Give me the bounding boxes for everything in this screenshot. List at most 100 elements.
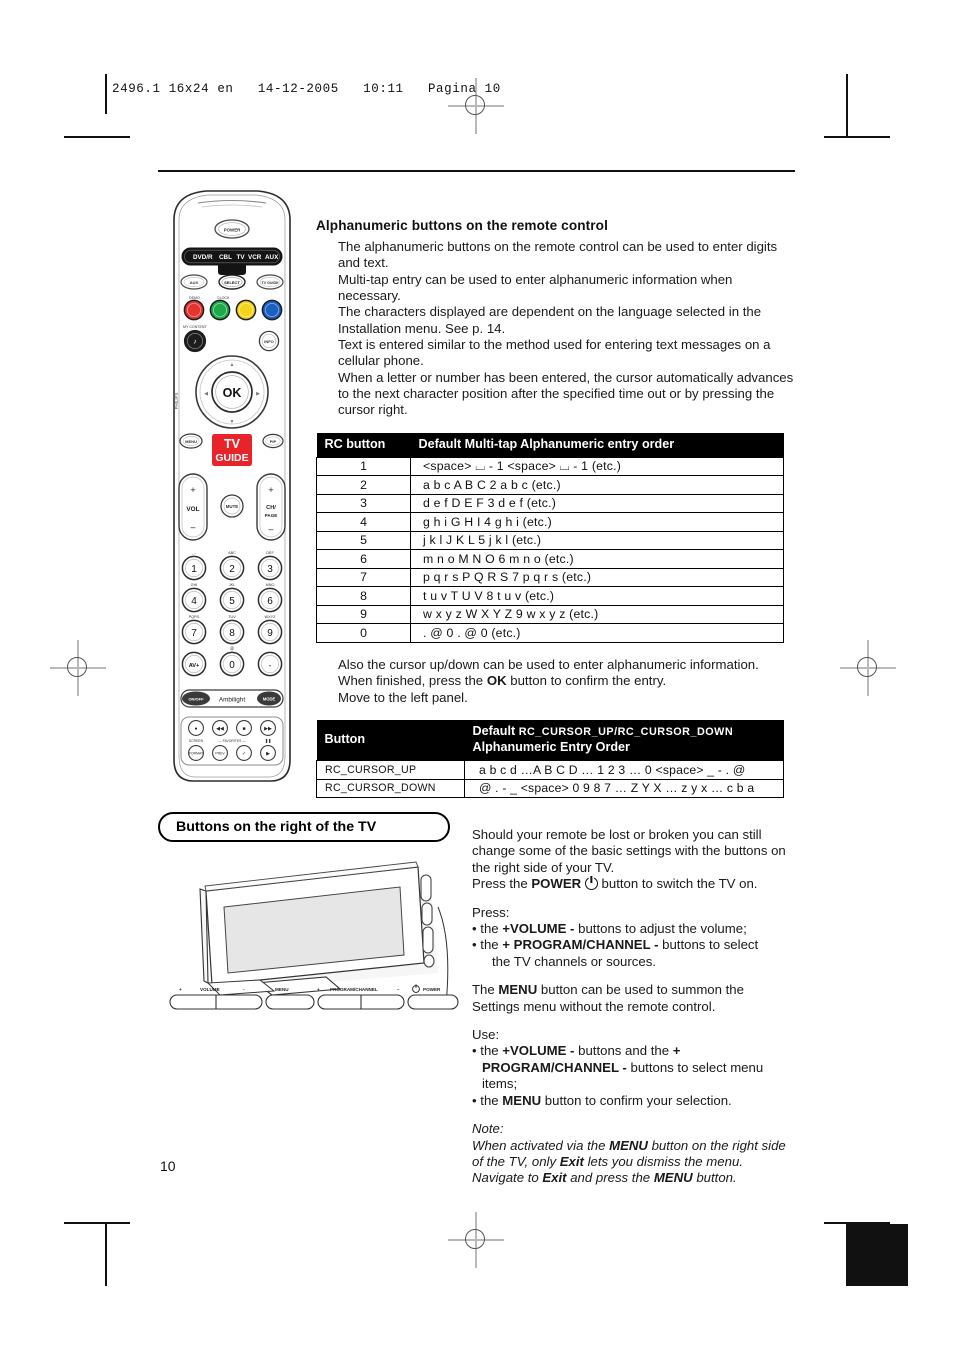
page-number: 10 <box>160 1158 176 1174</box>
rc-button-value: w x y z W X Y Z 9 w x y z (etc.) <box>410 604 784 625</box>
intro-paragraph: The alphanumeric buttons on the remote c… <box>338 239 778 271</box>
rc-button-key: 0 <box>316 623 411 643</box>
svg-text:CBL: CBL <box>219 254 232 261</box>
svg-text:SCREEN: SCREEN <box>189 739 204 743</box>
cursor-note: Also the cursor up/down can be used to e… <box>338 657 794 706</box>
svg-text:2: 2 <box>229 564 235 575</box>
table-row: RC_CURSOR_DOWN @ . - _ <space> 0 9 8 7 …… <box>316 778 784 798</box>
rc-button-key: 9 <box>316 604 411 625</box>
bullet-continuation: the TV channels or sources. <box>492 953 656 969</box>
table-row: 1 <space> ⌴ - 1 <space> ⌴ - 1 (etc.) <box>316 456 784 477</box>
svg-text:4: 4 <box>191 596 197 607</box>
note-menu-label: MENU <box>609 1137 648 1153</box>
svg-text:POWER: POWER <box>224 228 241 233</box>
power-line-post: button to switch the TV on. <box>597 876 758 892</box>
svg-text:JKL: JKL <box>229 583 236 587</box>
svg-text:GHI: GHI <box>191 583 198 587</box>
cursor-key: RC_CURSOR_DOWN <box>316 778 465 798</box>
registration-mark-left <box>50 640 106 696</box>
svg-text:Ambilight: Ambilight <box>219 696 246 703</box>
menu-par-pre: The <box>472 982 499 998</box>
svg-text:0: 0 <box>229 660 235 671</box>
label-program-plus: + <box>317 987 320 992</box>
svg-text:■: ■ <box>242 726 245 732</box>
svg-text:●: ● <box>194 726 197 732</box>
cursor-value: @ . - _ <space> 0 9 8 7 … Z Y X … z y x … <box>464 778 784 798</box>
bullet-pre: the <box>480 1043 503 1059</box>
svg-text:DEF: DEF <box>266 551 274 555</box>
svg-text:CLOCK: CLOCK <box>217 296 230 300</box>
rc-button-key: 2 <box>316 475 411 495</box>
rc-button-key: 6 <box>316 549 411 569</box>
svg-text:◀: ◀ <box>204 391 208 397</box>
intro-paragraph: The characters displayed are dependent o… <box>338 304 762 336</box>
bullet-pre: the <box>480 921 503 937</box>
table-row: RC_CURSOR_UP a b c d …A B C D … 1 2 3 … … <box>316 760 784 780</box>
registration-mark-bottom <box>448 1212 504 1268</box>
bullet-bold: + PROGRAM/CHANNEL - <box>502 937 659 953</box>
page-top-rule <box>158 170 795 173</box>
remote-control-illustration: POWER DVD/R CBL TV VCR AUX AUX SELECT TV… <box>168 186 296 786</box>
svg-text:7: 7 <box>191 628 197 639</box>
rc-button-key: 7 <box>316 567 411 588</box>
label-program: PROGRAM/CHANNEL <box>330 987 378 992</box>
press-bullet: • the + PROGRAM/CHANNEL - buttons to sel… <box>472 937 788 970</box>
svg-text:–: – <box>190 522 195 532</box>
label-volume: VOLUME <box>200 987 220 992</box>
svg-text:VOL: VOL <box>186 506 199 513</box>
rc-button-value: a b c A B C 2 a b c (etc.) <box>410 475 784 495</box>
svg-text:AV+: AV+ <box>189 663 200 669</box>
press-bullet: • the +VOLUME - buttons to adjust the vo… <box>472 921 747 937</box>
svg-text:MUTE: MUTE <box>226 504 239 509</box>
svg-text:@: @ <box>230 646 234 651</box>
svg-text:FORMAT: FORMAT <box>189 752 203 756</box>
svg-text:TV: TV <box>224 437 241 451</box>
note-menu-label: MENU <box>653 1170 693 1186</box>
rc-button-key: 1 <box>316 456 411 477</box>
svg-text:✓: ✓ <box>242 751 246 757</box>
rc-button-key: 3 <box>316 493 411 514</box>
table-row: 5 j k l J K L 5 j k l (etc.) <box>316 530 784 551</box>
cursor-note-line: When finished, press the OK button to co… <box>338 673 667 689</box>
note-title: Note: <box>472 1121 504 1137</box>
svg-text:_.-: _.- <box>191 551 197 555</box>
svg-text:AUX: AUX <box>265 254 279 261</box>
svg-text:DVD/R: DVD/R <box>193 254 213 261</box>
svg-text:VCR: VCR <box>248 254 262 261</box>
svg-text:GUIDE: GUIDE <box>215 452 248 464</box>
menu-label: MENU <box>498 982 538 998</box>
svg-text:◀◀: ◀◀ <box>216 726 224 732</box>
svg-text:PHILIPS: PHILIPS <box>174 393 179 410</box>
svg-text:PAGE: PAGE <box>265 513 278 518</box>
svg-text:PQRS: PQRS <box>189 615 200 619</box>
rc-button-value: m n o M N O 6 m n o (etc.) <box>410 549 784 569</box>
rc-button-key: 5 <box>316 530 411 551</box>
cursor-key: RC_CURSOR_UP <box>316 760 465 780</box>
column-header-button: Button <box>316 720 465 761</box>
intro-paragraph: When a letter or number has been entered… <box>338 369 794 418</box>
svg-text:MODE: MODE <box>263 697 276 702</box>
tv-intro: Should your remote be lost or broken you… <box>472 827 786 875</box>
bullet-pre: the <box>480 1092 503 1108</box>
note-exit-label: Exit <box>542 1170 567 1186</box>
bullet-post: buttons to adjust the volume; <box>574 921 747 937</box>
press-label: Press: <box>472 904 510 920</box>
bullet-mid: buttons and the <box>574 1043 673 1059</box>
table-row: 9 w x y z W X Y Z 9 w x y z (etc.) <box>316 604 784 625</box>
use-bullet: • the MENU button to confirm your select… <box>472 1092 732 1108</box>
svg-text:ABC: ABC <box>228 551 236 555</box>
svg-text:▶▶: ▶▶ <box>264 726 272 732</box>
intro-paragraph: Multi-tap entry can be used to enter alp… <box>338 271 733 304</box>
label-volume-plus: + <box>179 987 182 992</box>
intro-paragraphs: The alphanumeric buttons on the remote c… <box>338 239 794 419</box>
table-header-row: RC button Default Multi-tap Alphanumeric… <box>316 432 784 458</box>
multitap-table: RC button Default Multi-tap Alphanumeric… <box>316 432 784 643</box>
svg-text:-: - <box>269 661 272 670</box>
rc-button-key: 8 <box>316 586 411 606</box>
crop-mark-top-right-v <box>846 74 848 136</box>
cursor-note-line: Move to the left panel. <box>338 689 468 705</box>
label-volume-minus: - <box>243 987 245 992</box>
use-label: Use: <box>472 1027 500 1043</box>
cursor-entry-table: Button Default RC_CURSOR_UP/RC_CURSOR_DO… <box>316 720 784 798</box>
svg-text:INFO: INFO <box>264 339 274 344</box>
